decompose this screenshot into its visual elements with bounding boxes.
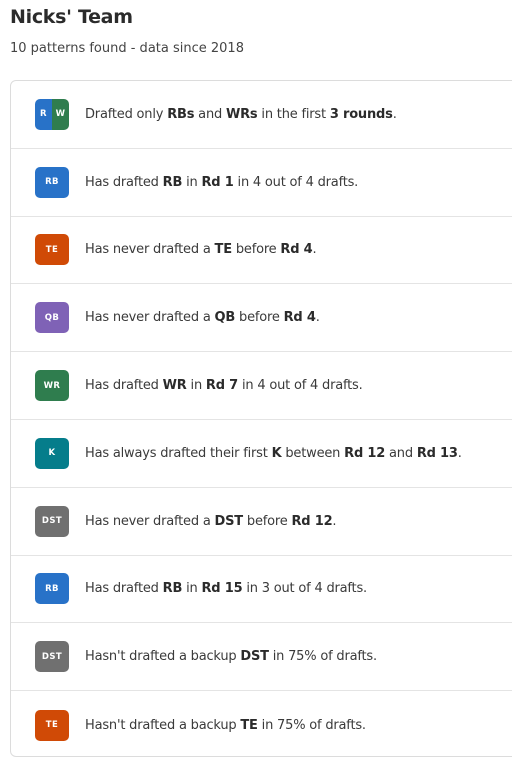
pattern-text-segment: in 4 out of 4 drafts.: [233, 174, 359, 190]
pattern-text-segment: Has never drafted a: [85, 242, 215, 258]
pattern-row: K Has always drafted their first K betwee…: [11, 420, 512, 488]
page-subtitle: 10 patterns found - data since 2018: [10, 41, 244, 56]
pattern-text-segment: and: [385, 445, 417, 461]
position-badge-label: QB: [35, 302, 69, 334]
pattern-text-segment: Hasn't drafted a backup: [85, 649, 241, 665]
page-title: Nicks' Team: [10, 6, 133, 28]
position-badge-label: TE: [35, 234, 69, 266]
pattern-text-emphasis: WR: [162, 378, 187, 394]
pattern-text-emphasis: TE: [214, 242, 233, 258]
pattern-text-segment: .: [312, 242, 317, 258]
pattern-text: Has drafted WR in Rd 7 in 4 out of 4 dra…: [85, 378, 363, 393]
pattern-row: DST Hasn't drafted a backup DST in 75% of…: [11, 623, 512, 692]
position-badge: TE: [35, 234, 69, 266]
pattern-text-segment: in: [182, 581, 202, 597]
pattern-row: QB Has never drafted a QB before Rd 4.: [11, 284, 512, 353]
pattern-text: Has never drafted a DST before Rd 12.: [85, 513, 337, 529]
pattern-text-segment: in: [182, 174, 202, 190]
pattern-text-segment: Has drafted: [85, 378, 163, 394]
pattern-row: WR Has drafted WR in Rd 7 in 4 out of 4 d…: [11, 352, 512, 420]
position-badge-label: WR: [35, 370, 69, 402]
pattern-text: Has drafted RB in Rd 1 in 4 out of 4 dra…: [85, 175, 358, 190]
pattern-text-segment: between: [281, 445, 345, 461]
pattern-text-emphasis: Rd 4: [283, 310, 316, 326]
pattern-row: TE Has never drafted a TE before Rd 4.: [11, 217, 512, 285]
pattern-text-segment: in 75% of drafts.: [257, 717, 366, 733]
position-badge-label: DST: [35, 641, 69, 673]
pattern-text-segment: before: [231, 242, 281, 258]
pattern-row: RB Has drafted RB in Rd 1 in 4 out of 4 d…: [11, 149, 512, 217]
pattern-text-segment: before: [235, 310, 284, 326]
pattern-text-emphasis: WRs: [225, 106, 258, 122]
pattern-text-segment: in 3 out of 4 drafts.: [242, 581, 367, 597]
pattern-text-segment: and: [194, 106, 226, 122]
position-badge-label: W: [52, 98, 69, 130]
position-badge-label: R: [35, 98, 52, 130]
pattern-text-segment: in: [186, 378, 206, 394]
pattern-row: R W Drafted only RBs and WRs in the first …: [11, 81, 512, 149]
position-badge-label: RB: [35, 166, 69, 198]
pattern-text-segment: in 75% of drafts.: [268, 649, 377, 665]
pattern-text-emphasis: Rd 4: [280, 242, 313, 258]
pattern-text: Hasn't drafted a backup TE in 75% of dra…: [85, 718, 366, 733]
pattern-text-emphasis: TE: [240, 717, 258, 733]
pattern-text-emphasis: Rd 12: [291, 513, 333, 529]
pattern-text-segment: Hasn't drafted a backup: [85, 717, 241, 733]
position-badge: DST: [35, 641, 69, 673]
position-badge-label: RB: [35, 573, 69, 605]
pattern-text: Has always drafted their first K between…: [85, 446, 462, 461]
pattern-text-emphasis: DST: [240, 649, 269, 665]
pattern-text-emphasis: RB: [162, 581, 183, 597]
position-badge: QB: [35, 302, 69, 334]
pattern-text-segment: .: [315, 310, 320, 326]
position-badge: TE: [35, 709, 69, 741]
pattern-text-segment: in the first: [257, 106, 330, 122]
position-badge-label: TE: [35, 709, 69, 741]
pattern-text-segment: .: [392, 106, 397, 122]
pattern-text-emphasis: 3 rounds: [329, 106, 393, 122]
pattern-text-segment: in 4 out of 4 drafts.: [238, 378, 363, 394]
pattern-text-segment: Drafted only: [85, 106, 168, 122]
position-badge: WR: [35, 370, 69, 402]
pattern-text-segment: .: [457, 445, 462, 461]
position-badge: RW: [35, 98, 69, 130]
pattern-text-emphasis: DST: [214, 513, 244, 529]
pattern-text-emphasis: Rd 15: [201, 581, 243, 597]
pattern-text: Drafted only RBs and WRs in the first 3 …: [85, 107, 397, 122]
pattern-text-emphasis: RBs: [167, 106, 195, 122]
position-badge-label: K: [35, 437, 69, 469]
patterns-list: R W Drafted only RBs and WRs in the first …: [10, 80, 512, 757]
pattern-text-segment: before: [242, 513, 292, 529]
pattern-text-emphasis: K: [271, 445, 282, 461]
pattern-text-emphasis: RB: [162, 174, 183, 190]
pattern-text-segment: Has never drafted a: [85, 310, 215, 326]
pattern-text-emphasis: Rd 1: [201, 174, 234, 190]
pattern-text-emphasis: Rd 12: [344, 445, 386, 461]
pattern-text-segment: Has never drafted a: [85, 513, 215, 529]
pattern-text-segment: Has drafted: [85, 174, 163, 190]
pattern-text-emphasis: Rd 7: [205, 378, 239, 394]
pattern-text: Has never drafted a TE before Rd 4.: [85, 242, 317, 258]
pattern-row: TE Hasn't drafted a backup TE in 75% of d…: [11, 691, 512, 759]
position-badge: RB: [35, 573, 69, 605]
pattern-text: Hasn't drafted a backup DST in 75% of dr…: [85, 649, 377, 664]
pattern-text-segment: Has always drafted their first: [85, 445, 272, 461]
pattern-text-segment: Has drafted: [85, 581, 163, 597]
pattern-text-emphasis: QB: [214, 310, 236, 326]
position-badge: DST: [35, 505, 69, 537]
pattern-text-segment: .: [332, 513, 337, 529]
pattern-row: RB Has drafted RB in Rd 15 in 3 out of 4 …: [11, 556, 512, 624]
pattern-row: DST Has never drafted a DST before Rd 12.: [11, 488, 512, 556]
position-badge-label: DST: [35, 505, 69, 537]
position-badge: RB: [35, 166, 69, 198]
pattern-text: Has drafted RB in Rd 15 in 3 out of 4 dr…: [85, 581, 367, 596]
position-badge: K: [35, 437, 69, 469]
pattern-text: Has never drafted a QB before Rd 4.: [85, 310, 320, 325]
pattern-text-emphasis: Rd 13: [416, 445, 458, 461]
